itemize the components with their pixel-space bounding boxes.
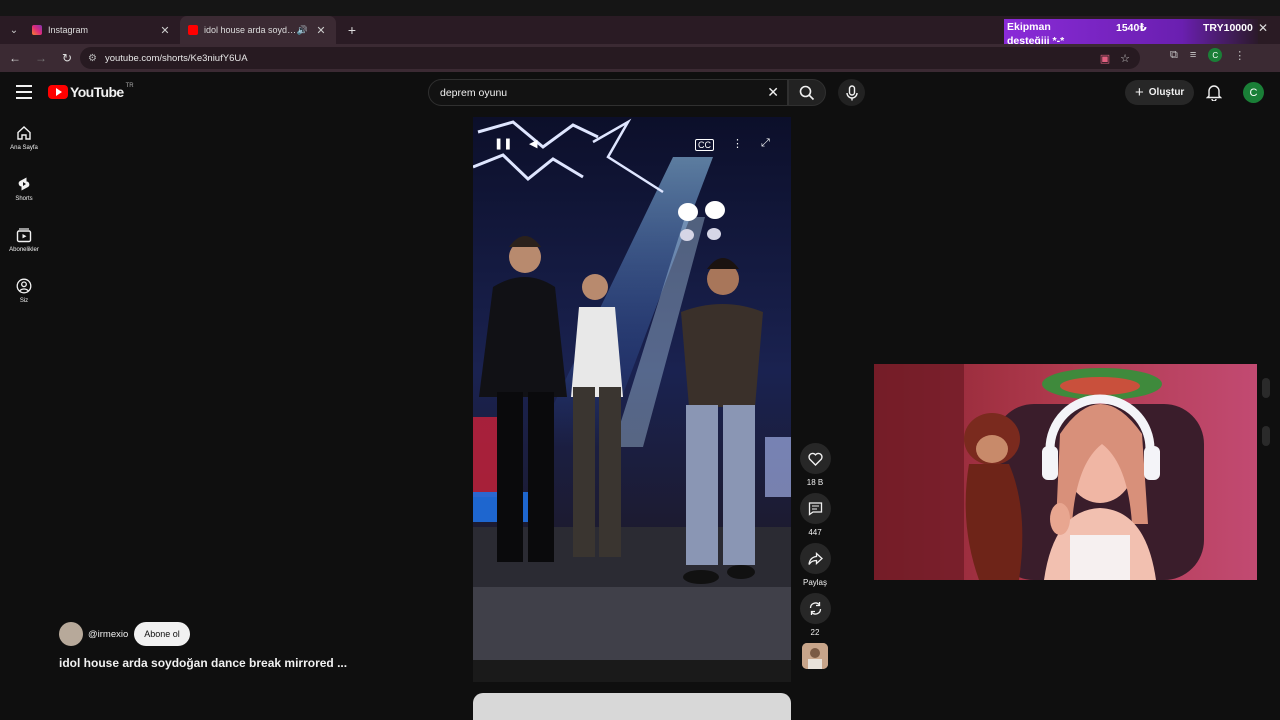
reading-list-icon[interactable]: ≡ [1190, 49, 1196, 61]
country-code: TR [125, 83, 134, 89]
remix-button[interactable] [799, 593, 831, 624]
menu-icon[interactable] [16, 85, 32, 99]
shorts-icon [18, 177, 30, 191]
channel-handle[interactable]: @irmexio [88, 629, 128, 640]
scroll-next-button[interactable] [1262, 426, 1270, 446]
comment-icon [808, 502, 822, 516]
subscriptions-icon [16, 228, 32, 243]
search-icon [799, 85, 815, 100]
donation-amount: 1540₺ [1116, 22, 1147, 34]
fullscreen-icon[interactable]: ⤢ [761, 137, 770, 150]
microphone-icon [845, 84, 858, 100]
youtube-logo[interactable]: YouTube TR [48, 83, 134, 100]
channel-info: @irmexio Abone ol [59, 622, 190, 646]
profile-avatar[interactable]: C [1208, 48, 1223, 62]
reload-icon[interactable]: ↻ [56, 47, 78, 69]
scroll-previous-button[interactable] [1262, 378, 1270, 398]
share-label: Paylaş [802, 578, 827, 587]
donation-overlay: Ekipman desteğiii *-* 1540₺ TRY10000 [1004, 19, 1258, 47]
tab-instagram[interactable]: Instagram ✕ [24, 16, 180, 44]
sidebar-item-you[interactable]: Siz [0, 267, 48, 318]
sidebar-item-label: Siz [19, 298, 29, 304]
speaker-icon[interactable]: 🔊 [297, 25, 308, 36]
close-icon[interactable]: ✕ [158, 24, 172, 37]
shorts-action-bar: 18 B 447 Paylaş 22 [799, 443, 831, 669]
youtube-wordmark: YouTube [70, 84, 124, 100]
back-icon[interactable]: ← [4, 47, 26, 69]
video-progress-area[interactable] [473, 660, 791, 682]
new-tab-button[interactable]: + [342, 22, 362, 38]
captions-icon[interactable]: CC [695, 139, 714, 151]
plus-icon: + [1135, 84, 1144, 101]
short-title[interactable]: idol house arda soydoğan dance break mir… [59, 656, 347, 670]
remix-count: 22 [810, 628, 820, 637]
tab-youtube-short[interactable]: idol house arda soydoğan dance break mir… [180, 16, 336, 44]
user-icon [16, 278, 32, 294]
url-text: youtube.com/shorts/Ke3niufY6UA [104, 52, 248, 64]
sidebar-item-label: Shorts [15, 196, 33, 202]
voice-search-button[interactable] [838, 79, 865, 106]
youtube-play-icon [48, 85, 68, 99]
close-icon[interactable]: ✕ [314, 24, 328, 37]
tab-title: idol house arda soydoğan dance break mir… [204, 25, 297, 35]
remix-icon [809, 602, 821, 615]
donation-goal: TRY10000 [1203, 22, 1253, 34]
heart-icon [807, 452, 823, 466]
forward-icon[interactable]: → [30, 47, 52, 69]
mini-guide-sidebar: Ana Sayfa Shorts Abonelikler Siz [0, 114, 48, 318]
account-avatar[interactable]: C [1243, 82, 1264, 103]
instagram-icon [32, 25, 42, 35]
home-icon [17, 126, 31, 140]
window-close-icon[interactable]: ✕ [1258, 21, 1268, 35]
channel-avatar[interactable] [59, 622, 83, 646]
notifications-bell-icon[interactable] [1206, 84, 1222, 101]
extensions-icon[interactable]: ⧉ [1170, 49, 1178, 62]
create-label: Oluştur [1148, 87, 1185, 98]
sidebar-item-label: Abonelikler [9, 247, 39, 253]
sidebar-item-label: Ana Sayfa [10, 145, 38, 151]
thumbnail-image [802, 643, 828, 669]
bookmark-star-icon[interactable]: ☆ [1120, 52, 1130, 65]
audio-source-thumbnail[interactable] [802, 643, 828, 669]
subscribe-button[interactable]: Abone ol [134, 622, 190, 646]
like-action: 18 B [799, 443, 831, 487]
screen-top-strip [0, 0, 1280, 16]
tab-title: Instagram [48, 25, 89, 35]
shorts-video-player[interactable]: ❚❚ ◀ CC ⋮ ⤢ [473, 117, 791, 682]
streamer-webcam-overlay [874, 364, 1257, 580]
share-arrow-icon [807, 551, 823, 565]
more-options-icon[interactable]: ⋮ [732, 137, 743, 150]
youtube-header: YouTube TR deprem oyunu ✕ + Oluştur C [0, 72, 1280, 114]
next-short-preview[interactable] [473, 693, 791, 720]
create-button[interactable]: + Oluştur [1125, 80, 1195, 105]
address-bar-row: ← → ↻ ⚙ youtube.com/shorts/Ke3niufY6UA ▣… [0, 44, 1280, 72]
sidebar-item-subscriptions[interactable]: Abonelikler [0, 216, 48, 267]
search-query: deprem oyunu [440, 86, 508, 99]
share-button[interactable] [799, 543, 831, 574]
remix-action: 22 [799, 593, 831, 637]
like-button[interactable] [799, 443, 831, 474]
site-info-icon[interactable]: ⚙ [88, 53, 97, 64]
sidebar-item-home[interactable]: Ana Sayfa [0, 114, 48, 165]
menu-dots-icon[interactable]: ⋮ [1234, 49, 1245, 62]
clear-search-icon[interactable]: ✕ [767, 84, 779, 101]
pause-icon[interactable]: ❚❚ [494, 137, 512, 150]
search-input[interactable]: deprem oyunu ✕ [428, 79, 788, 106]
donation-title: Ekipman [1007, 21, 1051, 33]
video-frame-image [473, 117, 791, 682]
volume-icon[interactable]: ◀ [529, 137, 537, 150]
search-button[interactable] [788, 79, 826, 106]
comment-action: 447 [799, 493, 831, 537]
like-count: 18 B [806, 478, 824, 487]
webcam-image [874, 364, 1257, 580]
youtube-favicon-icon [188, 25, 198, 35]
cast-icon[interactable]: ▣ [1100, 52, 1110, 65]
share-action: Paylaş [799, 543, 831, 587]
comment-count: 447 [808, 528, 822, 537]
comments-button[interactable] [799, 493, 831, 524]
url-field[interactable]: ⚙ youtube.com/shorts/Ke3niufY6UA ▣ ☆ [80, 47, 1140, 69]
tab-search-button[interactable]: ⌄ [4, 20, 24, 40]
sidebar-item-shorts[interactable]: Shorts [0, 165, 48, 216]
